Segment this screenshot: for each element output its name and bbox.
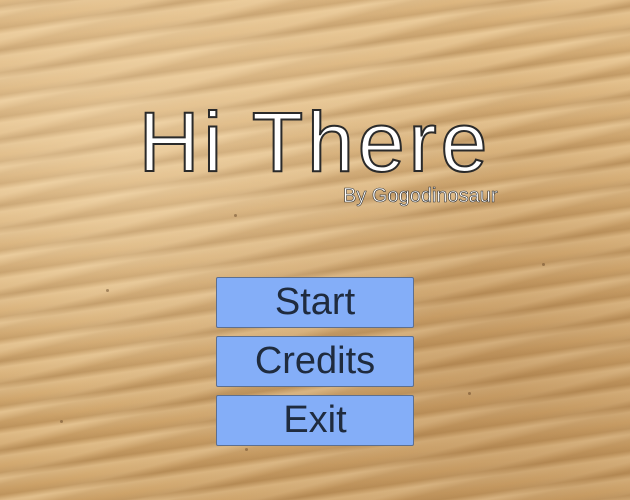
game-title: Hi There [138,95,492,189]
main-menu: Start Credits Exit [216,277,414,454]
sand-speck [234,214,237,217]
sand-speck [60,420,63,423]
sand-speck [542,263,545,266]
sand-speck [106,289,109,292]
exit-button[interactable]: Exit [216,395,414,446]
sand-speck [468,392,471,395]
main-menu-screen: Hi There By Gogodinosaur Start Credits E… [0,0,630,500]
start-button[interactable]: Start [216,277,414,328]
credits-button[interactable]: Credits [216,336,414,387]
author-byline: By Gogodinosaur [343,185,498,208]
